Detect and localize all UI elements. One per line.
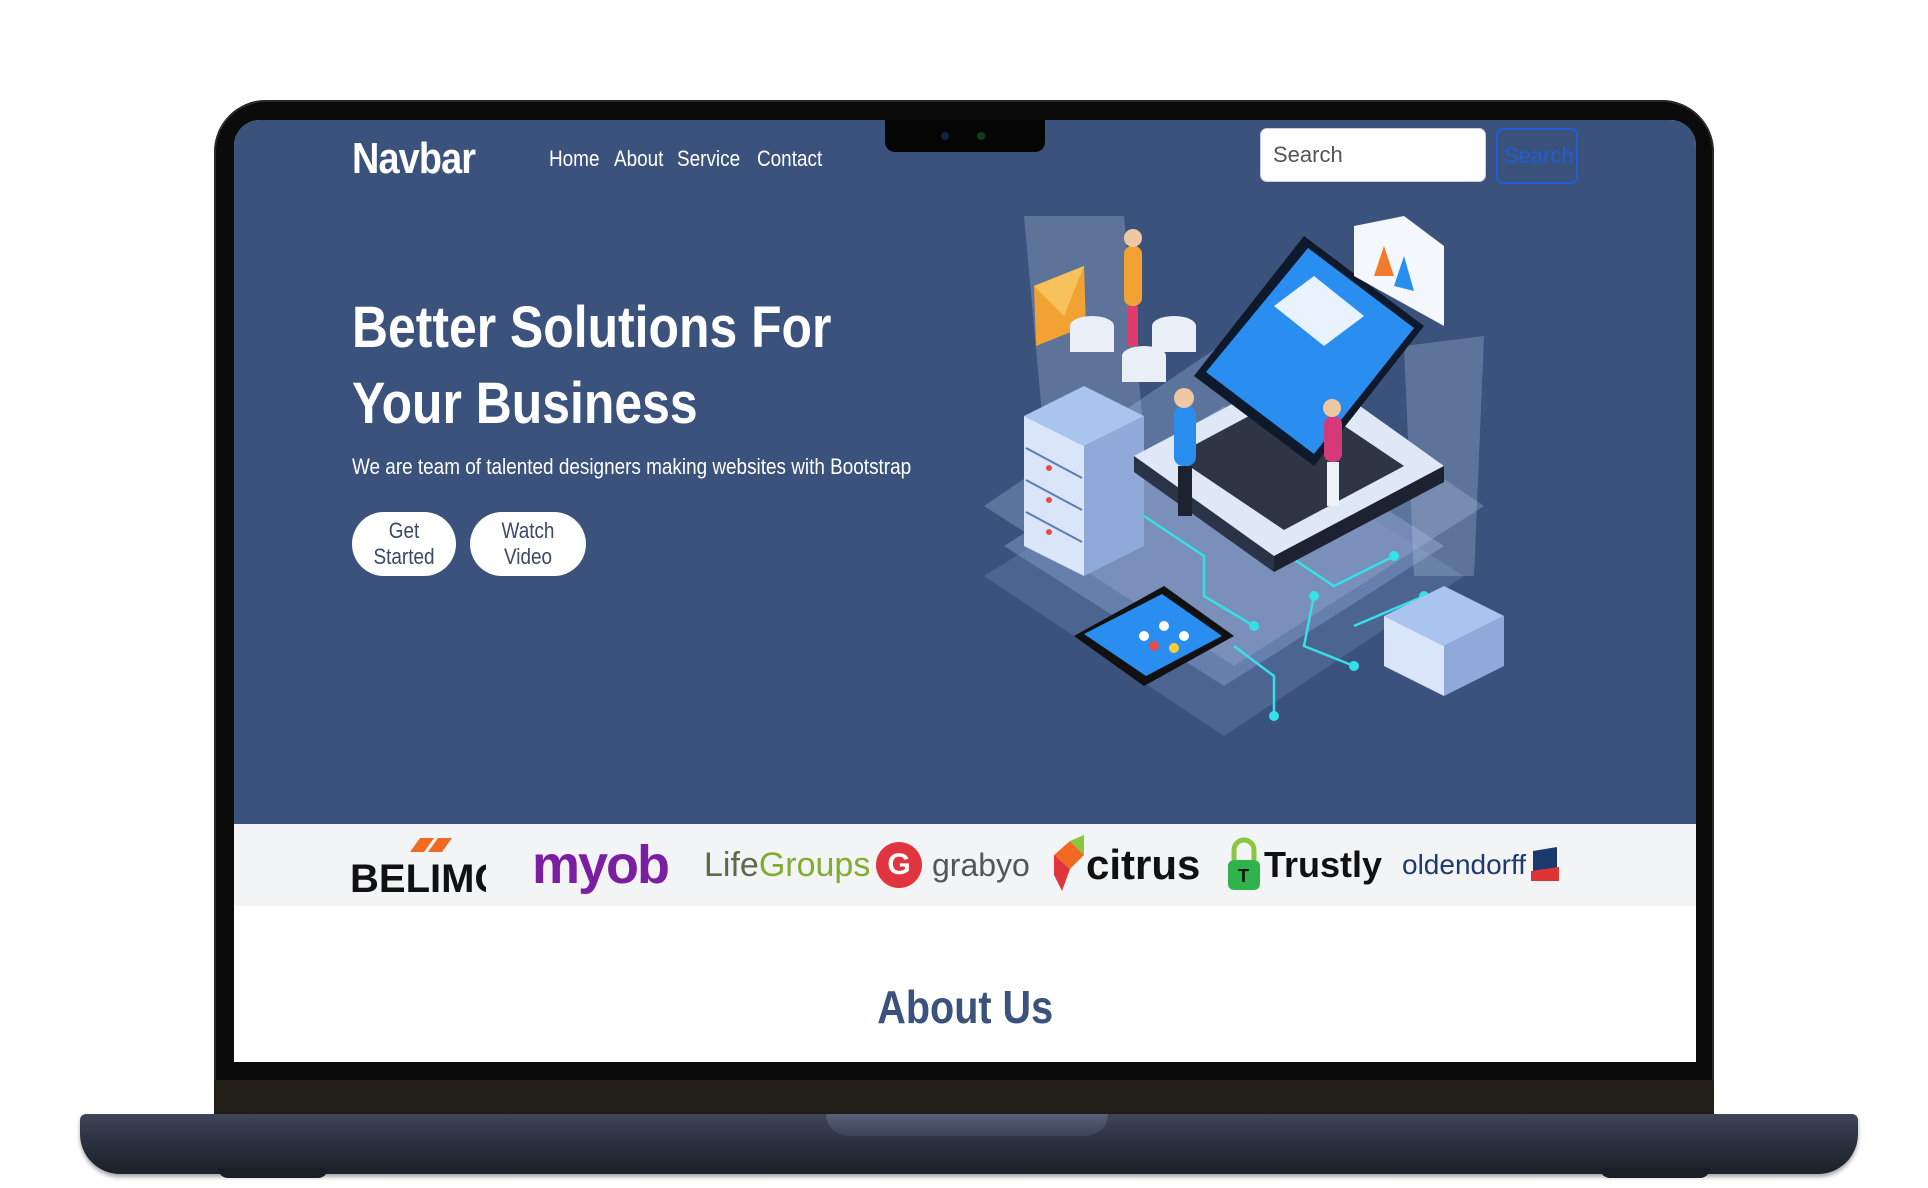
search-button[interactable]: Search [1496, 128, 1578, 184]
hero-subtitle: We are team of talented designers making… [352, 454, 912, 479]
belimo-text: BELIMO [350, 857, 486, 900]
camera-lens [941, 132, 949, 140]
hero-illustration [984, 216, 1504, 736]
hero-section: Navbar Home About Service Contact Search… [234, 120, 1696, 824]
illustration-server-left [1024, 386, 1144, 576]
watch-video-button[interactable]: Watch Video [470, 512, 586, 576]
nav-link-contact[interactable]: Contact [757, 146, 822, 172]
logo-belimo: BELIMO [350, 824, 486, 906]
trustly-lock-icon: T [1228, 837, 1260, 890]
nav-link-service[interactable]: Service [677, 146, 740, 172]
about-heading: About Us [234, 980, 1696, 1034]
navbar-links: Home About Service Contact [549, 146, 824, 172]
watch-video-label: Watch Video [501, 518, 555, 569]
oldendorff-text: oldendorff [1402, 849, 1527, 880]
grabyo-icon: G [876, 842, 922, 888]
citrus-icon [1054, 835, 1084, 891]
logo-trustly: T Trustly [1226, 824, 1382, 906]
laptop-screen: Navbar Home About Service Contact Search… [234, 120, 1696, 1062]
nav-link-about[interactable]: About [614, 146, 663, 172]
hero-title: Better Solutions For Your Business [352, 295, 832, 436]
laptop-foot-right [1600, 1168, 1710, 1178]
about-heading-text: About Us [877, 981, 1053, 1033]
lifegroups-life-text: Life [704, 845, 759, 884]
logo-myob: myob [532, 824, 670, 906]
camera-indicator-light [977, 132, 985, 140]
myob-text: myob [532, 835, 670, 895]
grabyo-text: grabyo [932, 846, 1030, 883]
laptop-hinge-notch [826, 1114, 1108, 1136]
search-input[interactable] [1260, 128, 1486, 182]
get-started-button[interactable]: Get Started [352, 512, 456, 576]
camera-notch [885, 120, 1045, 152]
nav-link-home[interactable]: Home [549, 146, 599, 172]
laptop-foot-left [218, 1168, 328, 1178]
get-started-label: Get Started [373, 518, 435, 569]
logo-citrus: citrus [1054, 824, 1200, 906]
oldendorff-flag-icon [1531, 847, 1560, 881]
client-logos-strip: BELIMO myob LifeGroups G grabyo citrus [234, 824, 1696, 906]
logo-lifegroups: Life Groups [704, 824, 870, 906]
svg-text:T: T [1238, 866, 1249, 886]
trustly-text: Trustly [1264, 844, 1383, 885]
logo-grabyo: G grabyo [876, 824, 1030, 906]
lifegroups-groups-text: Groups [758, 845, 871, 884]
citrus-text: citrus [1086, 841, 1201, 888]
logo-oldendorff: oldendorff [1402, 824, 1560, 906]
navbar-brand[interactable]: Navbar [352, 134, 476, 184]
